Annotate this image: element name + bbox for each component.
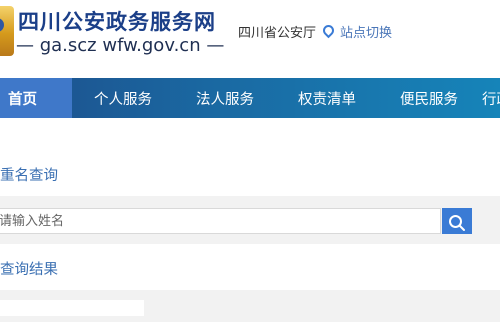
nav-item-legal-entity-services[interactable]: 法人服务 [196,78,254,118]
site-switch-label: 站点切换 [340,26,393,41]
site-title: 四川公安政务服务网 [18,10,216,34]
search-button[interactable] [442,208,472,234]
search-icon [449,214,465,231]
name-search-input[interactable] [0,208,441,234]
site-switch-link[interactable]: 站点切换 [320,22,393,41]
location-pin-icon [320,22,337,39]
site-header: 四川公安政务服务网 — ga.scz wfw.gov.cn — 四川省公安厅 站… [0,0,500,78]
name-query-title: 重名查询 [0,168,58,184]
nav-item-convenience-services[interactable]: 便民服务 [400,78,458,118]
nav-item-home[interactable]: 首页 [0,78,72,118]
nav-item-personal-services[interactable]: 个人服务 [94,78,152,118]
result-row-placeholder [0,300,144,316]
main-nav: 首页 个人服务 法人服务 权责清单 便民服务 行政 [0,78,500,118]
department-label: 四川省公安厅 [238,26,317,41]
nav-item-responsibility-list[interactable]: 权责清单 [298,78,356,118]
nav-item-administrative[interactable]: 行政 [482,78,500,118]
police-emblem-icon [0,6,14,56]
site-url: — ga.scz wfw.gov.cn — [16,35,225,56]
query-result-title: 查询结果 [0,262,58,278]
